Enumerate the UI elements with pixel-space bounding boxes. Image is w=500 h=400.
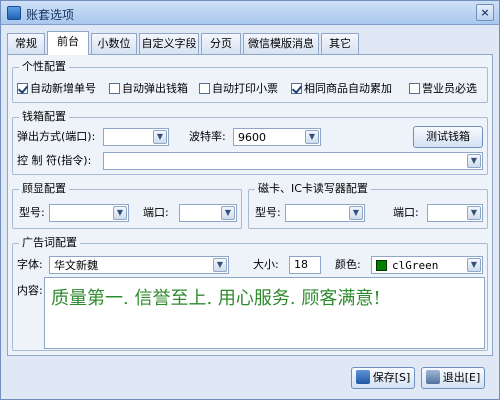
cashbox-group-title: 钱箱配置 bbox=[19, 110, 69, 124]
chevron-down-icon: ▼ bbox=[467, 258, 481, 272]
exit-icon bbox=[425, 370, 440, 384]
customer-display-group: 顾显配置 型号: ▼ 端口: ▼ bbox=[12, 182, 242, 229]
baud-rate-value: 9600 bbox=[238, 131, 266, 144]
frontdesk-panel: 个性配置 自动新增单号 自动弹出钱箱 自动打印小票 相同商品自动累加 营业员必选… bbox=[7, 54, 493, 356]
checkbox-box bbox=[199, 83, 210, 94]
checkbox-label: 自动新增单号 bbox=[30, 82, 96, 95]
auto-print-receipt-checkbox[interactable]: 自动打印小票 bbox=[199, 82, 278, 96]
reader-port-select[interactable]: ▼ bbox=[427, 204, 483, 222]
baud-rate-label: 波特率: bbox=[189, 130, 226, 143]
ad-content-label: 内容: bbox=[17, 284, 43, 297]
reader-port-label: 端口: bbox=[393, 206, 419, 219]
checkbox-label: 营业员必选 bbox=[422, 82, 477, 95]
tab-paging[interactable]: 分页 bbox=[201, 33, 241, 54]
checkbox-box bbox=[17, 83, 28, 94]
save-icon bbox=[355, 370, 370, 384]
test-cashbox-button[interactable]: 测试钱箱 bbox=[413, 126, 483, 148]
app-icon bbox=[7, 6, 21, 20]
control-code-select[interactable]: ▼ bbox=[103, 152, 483, 170]
cashbox-group: 钱箱配置 弹出方式(端口): ▼ 波特率: 9600 ▼ 测试钱箱 控 制 符(… bbox=[12, 110, 488, 175]
display-model-select[interactable]: ▼ bbox=[49, 204, 129, 222]
display-port-label: 端口: bbox=[143, 206, 169, 219]
ad-font-value: 华文新魏 bbox=[54, 259, 98, 272]
ad-color-label: 颜色: bbox=[335, 258, 361, 271]
tab-frontdesk[interactable]: 前台 bbox=[47, 31, 89, 55]
checkbox-box bbox=[109, 83, 120, 94]
personal-group-title: 个性配置 bbox=[19, 60, 69, 74]
checkbox-box bbox=[409, 83, 420, 94]
auto-popup-cashbox-checkbox[interactable]: 自动弹出钱箱 bbox=[109, 82, 188, 96]
ad-size-label: 大小: bbox=[253, 258, 279, 271]
card-reader-group: 磁卡、IC卡读写器配置 型号: ▼ 端口: ▼ bbox=[248, 182, 488, 229]
reader-model-label: 型号: bbox=[255, 206, 281, 219]
chevron-down-icon: ▼ bbox=[305, 130, 319, 144]
display-model-label: 型号: bbox=[19, 206, 45, 219]
chevron-down-icon: ▼ bbox=[467, 206, 481, 220]
close-button[interactable]: × bbox=[476, 4, 494, 21]
ad-color-value: clGreen bbox=[392, 259, 439, 272]
card-reader-group-title: 磁卡、IC卡读写器配置 bbox=[255, 182, 371, 196]
checkbox-box bbox=[291, 83, 302, 94]
save-button[interactable]: 保存[S] bbox=[351, 367, 415, 389]
save-button-label: 保存[S] bbox=[372, 371, 411, 384]
ad-group-title: 广告词配置 bbox=[19, 236, 80, 250]
display-port-select[interactable]: ▼ bbox=[179, 204, 237, 222]
tab-wechat-template[interactable]: 微信模版消息 bbox=[243, 33, 319, 54]
reader-model-select[interactable]: ▼ bbox=[285, 204, 365, 222]
auto-accumulate-checkbox[interactable]: 相同商品自动累加 bbox=[291, 82, 392, 96]
tab-custom-fields[interactable]: 自定义字段 bbox=[139, 33, 199, 54]
chevron-down-icon: ▼ bbox=[213, 258, 227, 272]
color-swatch bbox=[376, 260, 387, 271]
auto-new-number-checkbox[interactable]: 自动新增单号 bbox=[17, 82, 96, 96]
options-window: 账套选项 × 常规 前台 小数位 自定义字段 分页 微信模版消息 其它 个性配置… bbox=[0, 0, 500, 400]
ad-size-input[interactable]: 18 bbox=[289, 256, 321, 274]
control-code-label: 控 制 符(指令): bbox=[17, 154, 92, 167]
ad-font-label: 字体: bbox=[17, 258, 43, 271]
checkbox-label: 自动弹出钱箱 bbox=[122, 82, 188, 95]
chevron-down-icon: ▼ bbox=[221, 206, 235, 220]
customer-display-group-title: 顾显配置 bbox=[19, 182, 69, 196]
tab-decimals[interactable]: 小数位 bbox=[91, 33, 137, 54]
popup-port-select[interactable]: ▼ bbox=[103, 128, 169, 146]
checkbox-label: 相同商品自动累加 bbox=[304, 82, 392, 95]
exit-button[interactable]: 退出[E] bbox=[421, 367, 485, 389]
salesperson-required-checkbox[interactable]: 营业员必选 bbox=[409, 82, 477, 96]
window-title: 账套选项 bbox=[26, 8, 75, 22]
ad-font-select[interactable]: 华文新魏 ▼ bbox=[49, 256, 229, 274]
tab-general[interactable]: 常规 bbox=[7, 33, 45, 54]
baud-rate-select[interactable]: 9600 ▼ bbox=[233, 128, 321, 146]
chevron-down-icon: ▼ bbox=[153, 130, 167, 144]
chevron-down-icon: ▼ bbox=[349, 206, 363, 220]
exit-button-label: 退出[E] bbox=[442, 371, 481, 384]
title-bar: 账套选项 × bbox=[1, 1, 499, 25]
personal-group: 个性配置 自动新增单号 自动弹出钱箱 自动打印小票 相同商品自动累加 营业员必选 bbox=[12, 60, 488, 103]
checkbox-label: 自动打印小票 bbox=[212, 82, 278, 95]
tab-other[interactable]: 其它 bbox=[321, 33, 359, 54]
chevron-down-icon: ▼ bbox=[467, 154, 481, 168]
ad-content-textarea[interactable]: 质量第一. 信誉至上. 用心服务. 顾客满意! bbox=[44, 277, 485, 349]
popup-mode-label: 弹出方式(端口): bbox=[17, 130, 96, 143]
ad-color-select[interactable]: clGreen ▼ bbox=[371, 256, 483, 274]
chevron-down-icon: ▼ bbox=[113, 206, 127, 220]
